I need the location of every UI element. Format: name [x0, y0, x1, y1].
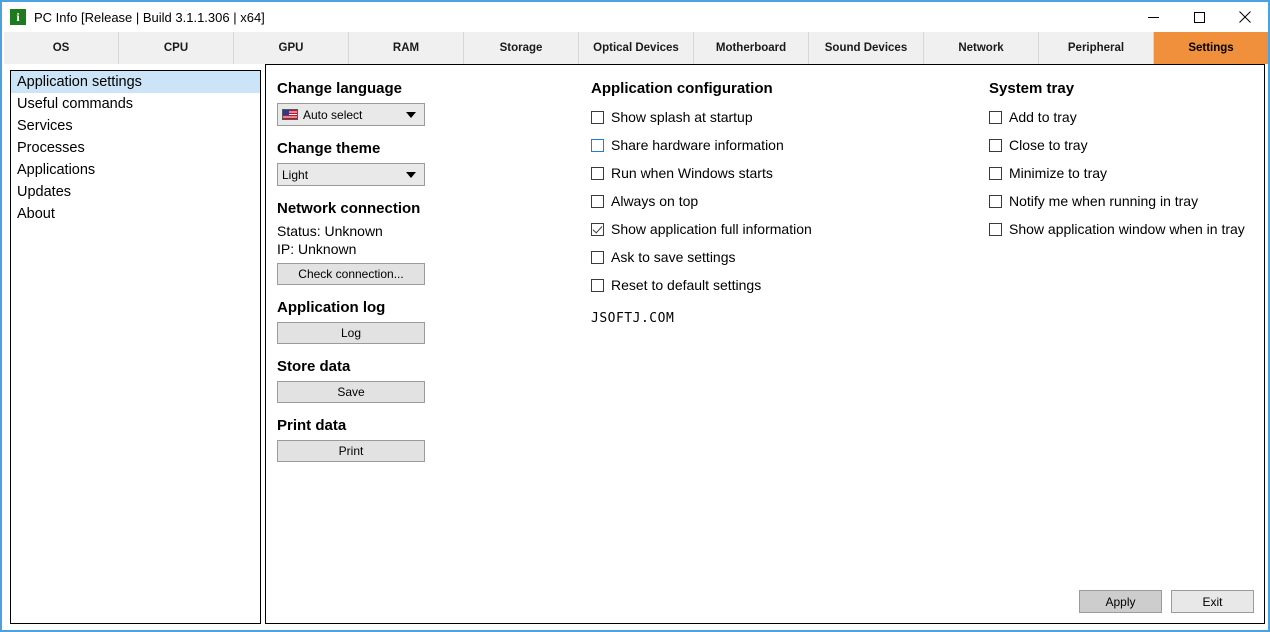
network-connection-heading: Network connection	[277, 200, 421, 217]
tab-settings[interactable]: Settings	[1154, 32, 1268, 64]
sidebar-item-useful-commands[interactable]: Useful commands	[11, 93, 260, 115]
checkbox-row-reset-to-default-settings[interactable]: Reset to default settings	[591, 271, 891, 299]
us-flag-icon	[282, 109, 298, 120]
network-status-text: Status: Unknown	[277, 223, 383, 239]
check-connection-button[interactable]: Check connection...	[277, 263, 425, 285]
general-settings-column: Change language Auto select Change theme…	[277, 80, 457, 462]
checkbox-row-ask-to-save-settings[interactable]: Ask to save settings	[591, 243, 891, 271]
checkbox-label: Always on top	[611, 193, 699, 209]
theme-select-value: Light	[282, 167, 309, 182]
checkbox-label: Share hardware information	[611, 137, 784, 153]
tab-sound-devices[interactable]: Sound Devices	[809, 32, 924, 64]
site-watermark: JSOFTJ.COM	[591, 311, 675, 326]
sidebar-item-services[interactable]: Services	[11, 115, 260, 137]
checkbox-label: Minimize to tray	[1009, 165, 1108, 181]
checkbox-row-always-on-top[interactable]: Always on top	[591, 187, 891, 215]
checkbox-label: Run when Windows starts	[611, 165, 773, 181]
checkbox-reset-to-default-settings[interactable]	[591, 278, 604, 292]
checkbox-share-hardware-information[interactable]	[591, 138, 604, 152]
sidebar-item-about[interactable]: About	[11, 203, 260, 225]
checkbox-label: Add to tray	[1009, 109, 1077, 125]
checkbox-label: Show splash at startup	[611, 109, 753, 125]
checkbox-row-minimize-to-tray[interactable]: Minimize to tray	[989, 159, 1264, 187]
change-theme-heading: Change theme	[277, 140, 381, 157]
close-button[interactable]	[1222, 2, 1268, 32]
sidebar: Application settings Useful commands Ser…	[10, 70, 261, 624]
application-window: i PC Info [Release | Build 3.1.1.306 | x…	[0, 0, 1270, 632]
tab-motherboard[interactable]: Motherboard	[694, 32, 809, 64]
print-data-heading: Print data	[277, 417, 347, 434]
checkbox-row-show-application-window-when-in-tray[interactable]: Show application window when in tray	[989, 215, 1264, 243]
checkbox-row-run-when-windows-starts[interactable]: Run when Windows starts	[591, 159, 891, 187]
checkbox-label: Show application window when in tray	[1009, 221, 1245, 237]
tab-os[interactable]: OS	[4, 32, 119, 64]
checkbox-row-add-to-tray[interactable]: Add to tray	[989, 103, 1264, 131]
save-button[interactable]: Save	[277, 381, 425, 403]
checkbox-row-notify-me-when-running-in-tray[interactable]: Notify me when running in tray	[989, 187, 1264, 215]
settings-content-panel: Change language Auto select Change theme…	[265, 64, 1265, 624]
checkbox-notify-me-when-running-in-tray[interactable]	[989, 194, 1002, 208]
tab-storage[interactable]: Storage	[464, 32, 579, 64]
chevron-down-icon	[406, 171, 416, 178]
checkbox-label: Reset to default settings	[611, 277, 762, 293]
exit-button[interactable]: Exit	[1171, 590, 1254, 613]
title-bar: i PC Info [Release | Build 3.1.1.306 | x…	[2, 2, 1268, 32]
log-button[interactable]: Log	[277, 322, 425, 344]
tab-ram[interactable]: RAM	[349, 32, 464, 64]
minimize-button[interactable]	[1130, 2, 1176, 32]
checkbox-show-application-full-information[interactable]	[591, 222, 604, 236]
window-controls	[1130, 2, 1268, 32]
checkbox-row-share-hardware-information[interactable]: Share hardware information	[591, 131, 891, 159]
apply-button[interactable]: Apply	[1079, 590, 1162, 613]
theme-select[interactable]: Light	[277, 163, 425, 186]
print-button[interactable]: Print	[277, 440, 425, 462]
checkbox-label: Show application full information	[611, 221, 812, 237]
application-configuration-heading: Application configuration	[591, 80, 773, 97]
tab-peripheral[interactable]: Peripheral	[1039, 32, 1154, 64]
change-language-heading: Change language	[277, 80, 403, 97]
network-ip-text: IP: Unknown	[277, 241, 357, 257]
language-select-value: Auto select	[303, 107, 363, 122]
checkbox-label: Close to tray	[1009, 137, 1088, 153]
checkbox-row-show-splash-at-startup[interactable]: Show splash at startup	[591, 103, 891, 131]
application-log-heading: Application log	[277, 299, 386, 316]
sidebar-item-application-settings[interactable]: Application settings	[11, 71, 260, 93]
footer-actions: Apply Exit	[1079, 590, 1254, 613]
checkbox-minimize-to-tray[interactable]	[989, 166, 1002, 180]
system-tray-column: System tray Add to tray Close to tray Mi…	[989, 80, 1264, 243]
tab-gpu[interactable]: GPU	[234, 32, 349, 64]
checkbox-row-show-application-full-information[interactable]: Show application full information	[591, 215, 891, 243]
info-icon: i	[10, 9, 26, 25]
maximize-button[interactable]	[1176, 2, 1222, 32]
tab-optical-devices[interactable]: Optical Devices	[579, 32, 694, 64]
sidebar-item-updates[interactable]: Updates	[11, 181, 260, 203]
checkbox-ask-to-save-settings[interactable]	[591, 250, 604, 264]
language-select[interactable]: Auto select	[277, 103, 425, 126]
sidebar-item-applications[interactable]: Applications	[11, 159, 260, 181]
checkbox-add-to-tray[interactable]	[989, 110, 1002, 124]
checkbox-close-to-tray[interactable]	[989, 138, 1002, 152]
window-title: PC Info [Release | Build 3.1.1.306 | x64…	[34, 9, 265, 25]
checkbox-show-application-window-when-in-tray[interactable]	[989, 222, 1002, 236]
system-tray-heading: System tray	[989, 80, 1075, 97]
chevron-down-icon	[406, 111, 416, 118]
checkbox-label: Notify me when running in tray	[1009, 193, 1199, 209]
tab-network[interactable]: Network	[924, 32, 1039, 64]
checkbox-show-splash-at-startup[interactable]	[591, 110, 604, 124]
application-configuration-column: Application configuration Show splash at…	[591, 80, 891, 326]
store-data-heading: Store data	[277, 358, 351, 375]
checkbox-run-when-windows-starts[interactable]	[591, 166, 604, 180]
sidebar-item-processes[interactable]: Processes	[11, 137, 260, 159]
tab-bar: OS CPU GPU RAM Storage Optical Devices M…	[4, 32, 1268, 64]
tab-cpu[interactable]: CPU	[119, 32, 234, 64]
checkbox-always-on-top[interactable]	[591, 194, 604, 208]
checkbox-label: Ask to save settings	[611, 249, 736, 265]
checkbox-row-close-to-tray[interactable]: Close to tray	[989, 131, 1264, 159]
